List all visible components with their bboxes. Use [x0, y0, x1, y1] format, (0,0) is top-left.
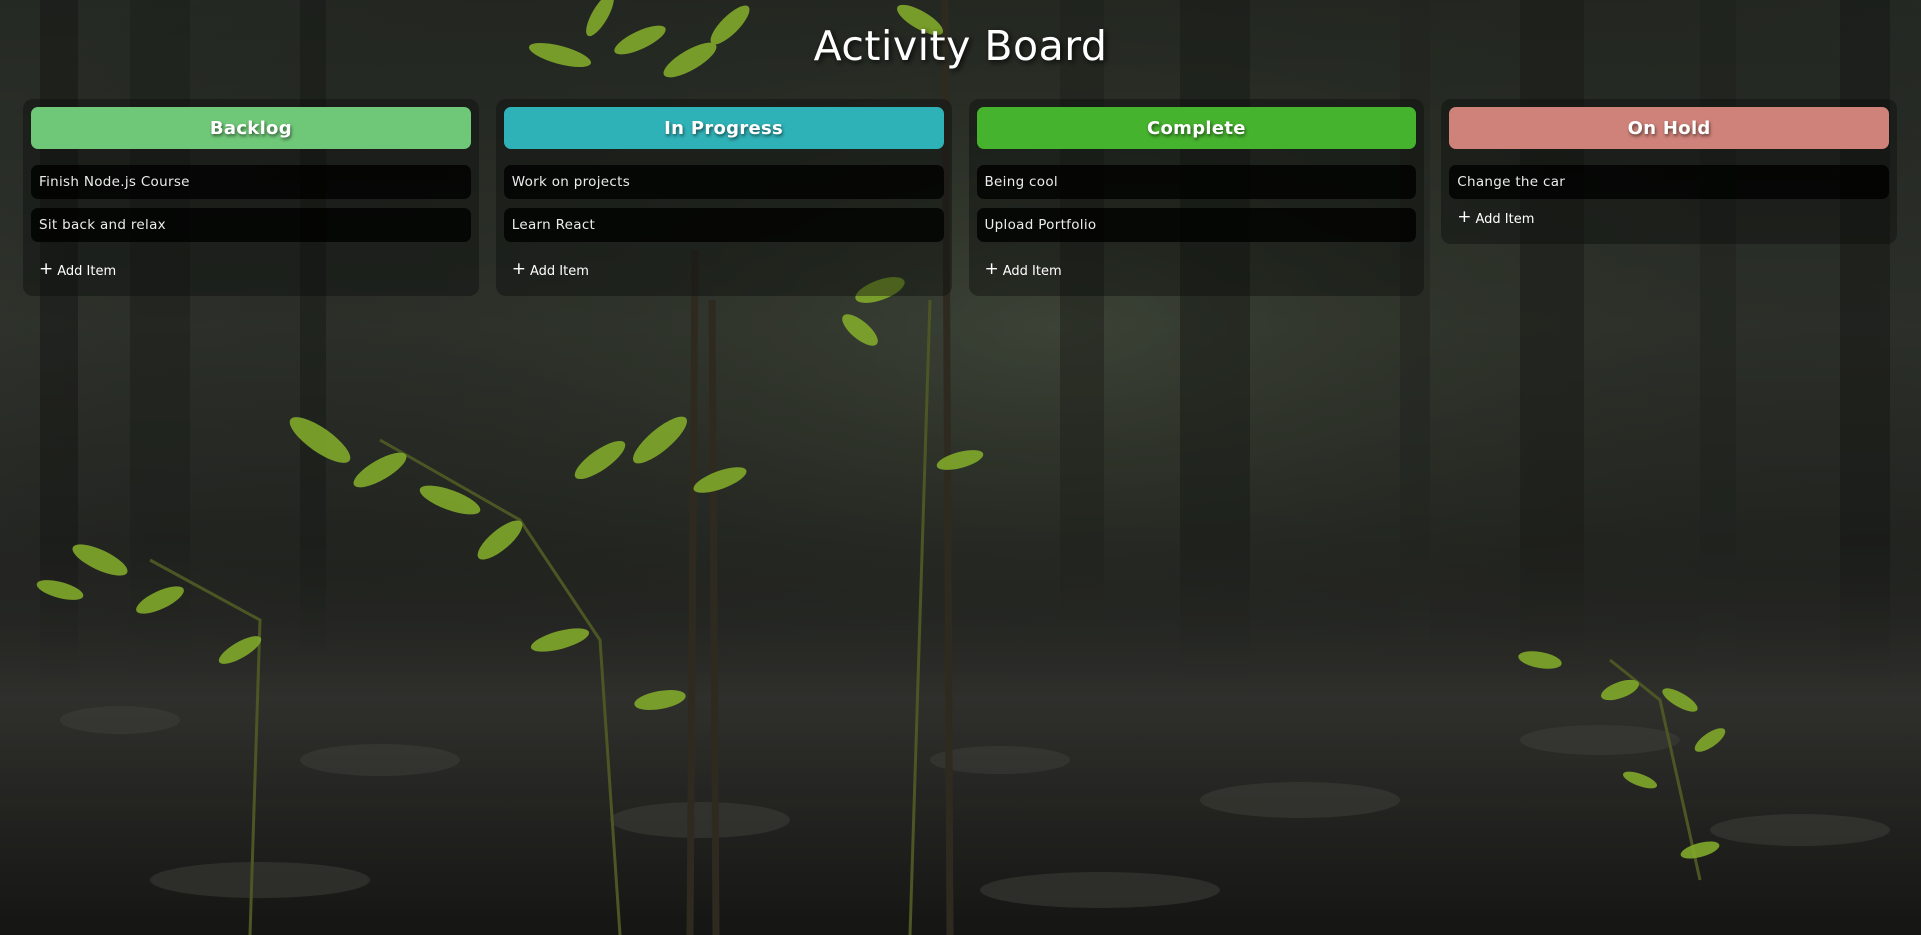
column-header-on-hold: On Hold	[1449, 107, 1889, 149]
list-item[interactable]: Upload Portfolio	[976, 208, 1417, 242]
column-in-progress: In Progress Work on projects Learn React…	[495, 99, 952, 296]
column-header-backlog: Backlog	[31, 107, 471, 149]
column-complete: Complete Being cool Upload Portfolio + A…	[968, 99, 1425, 296]
column-header-in-progress: In Progress	[503, 107, 944, 149]
list-item[interactable]: Being cool	[976, 165, 1417, 199]
column-backlog: Backlog Finish Node.js Course Sit back a…	[23, 99, 479, 296]
board: Backlog Finish Node.js Course Sit back a…	[23, 99, 1897, 296]
column-header-complete: Complete	[976, 107, 1417, 149]
page-title: Activity Board	[813, 22, 1108, 70]
plus-icon: +	[39, 259, 54, 279]
add-item-button[interactable]: + Add Item	[504, 260, 944, 282]
list-item[interactable]: Work on projects	[503, 165, 944, 199]
list-item[interactable]: Learn React	[503, 208, 944, 242]
add-item-label: Add Item	[530, 263, 589, 279]
plus-icon: +	[1457, 207, 1472, 227]
add-item-label: Add Item	[1002, 263, 1062, 279]
list-item[interactable]: Finish Node.js Course	[31, 165, 471, 199]
list-item[interactable]: Change the car	[1449, 165, 1889, 199]
list-item[interactable]: Sit back and relax	[31, 208, 471, 242]
add-item-button[interactable]: + Add Item	[31, 260, 471, 282]
add-item-button[interactable]: + Add Item	[977, 260, 1417, 282]
plus-icon: +	[511, 259, 526, 279]
add-item-label: Add Item	[57, 263, 117, 279]
add-item-label: Add Item	[1475, 211, 1535, 227]
column-on-hold: On Hold Change the car + Add Item	[1441, 99, 1897, 244]
add-item-button[interactable]: + Add Item	[1449, 208, 1889, 230]
plus-icon: +	[984, 259, 999, 279]
